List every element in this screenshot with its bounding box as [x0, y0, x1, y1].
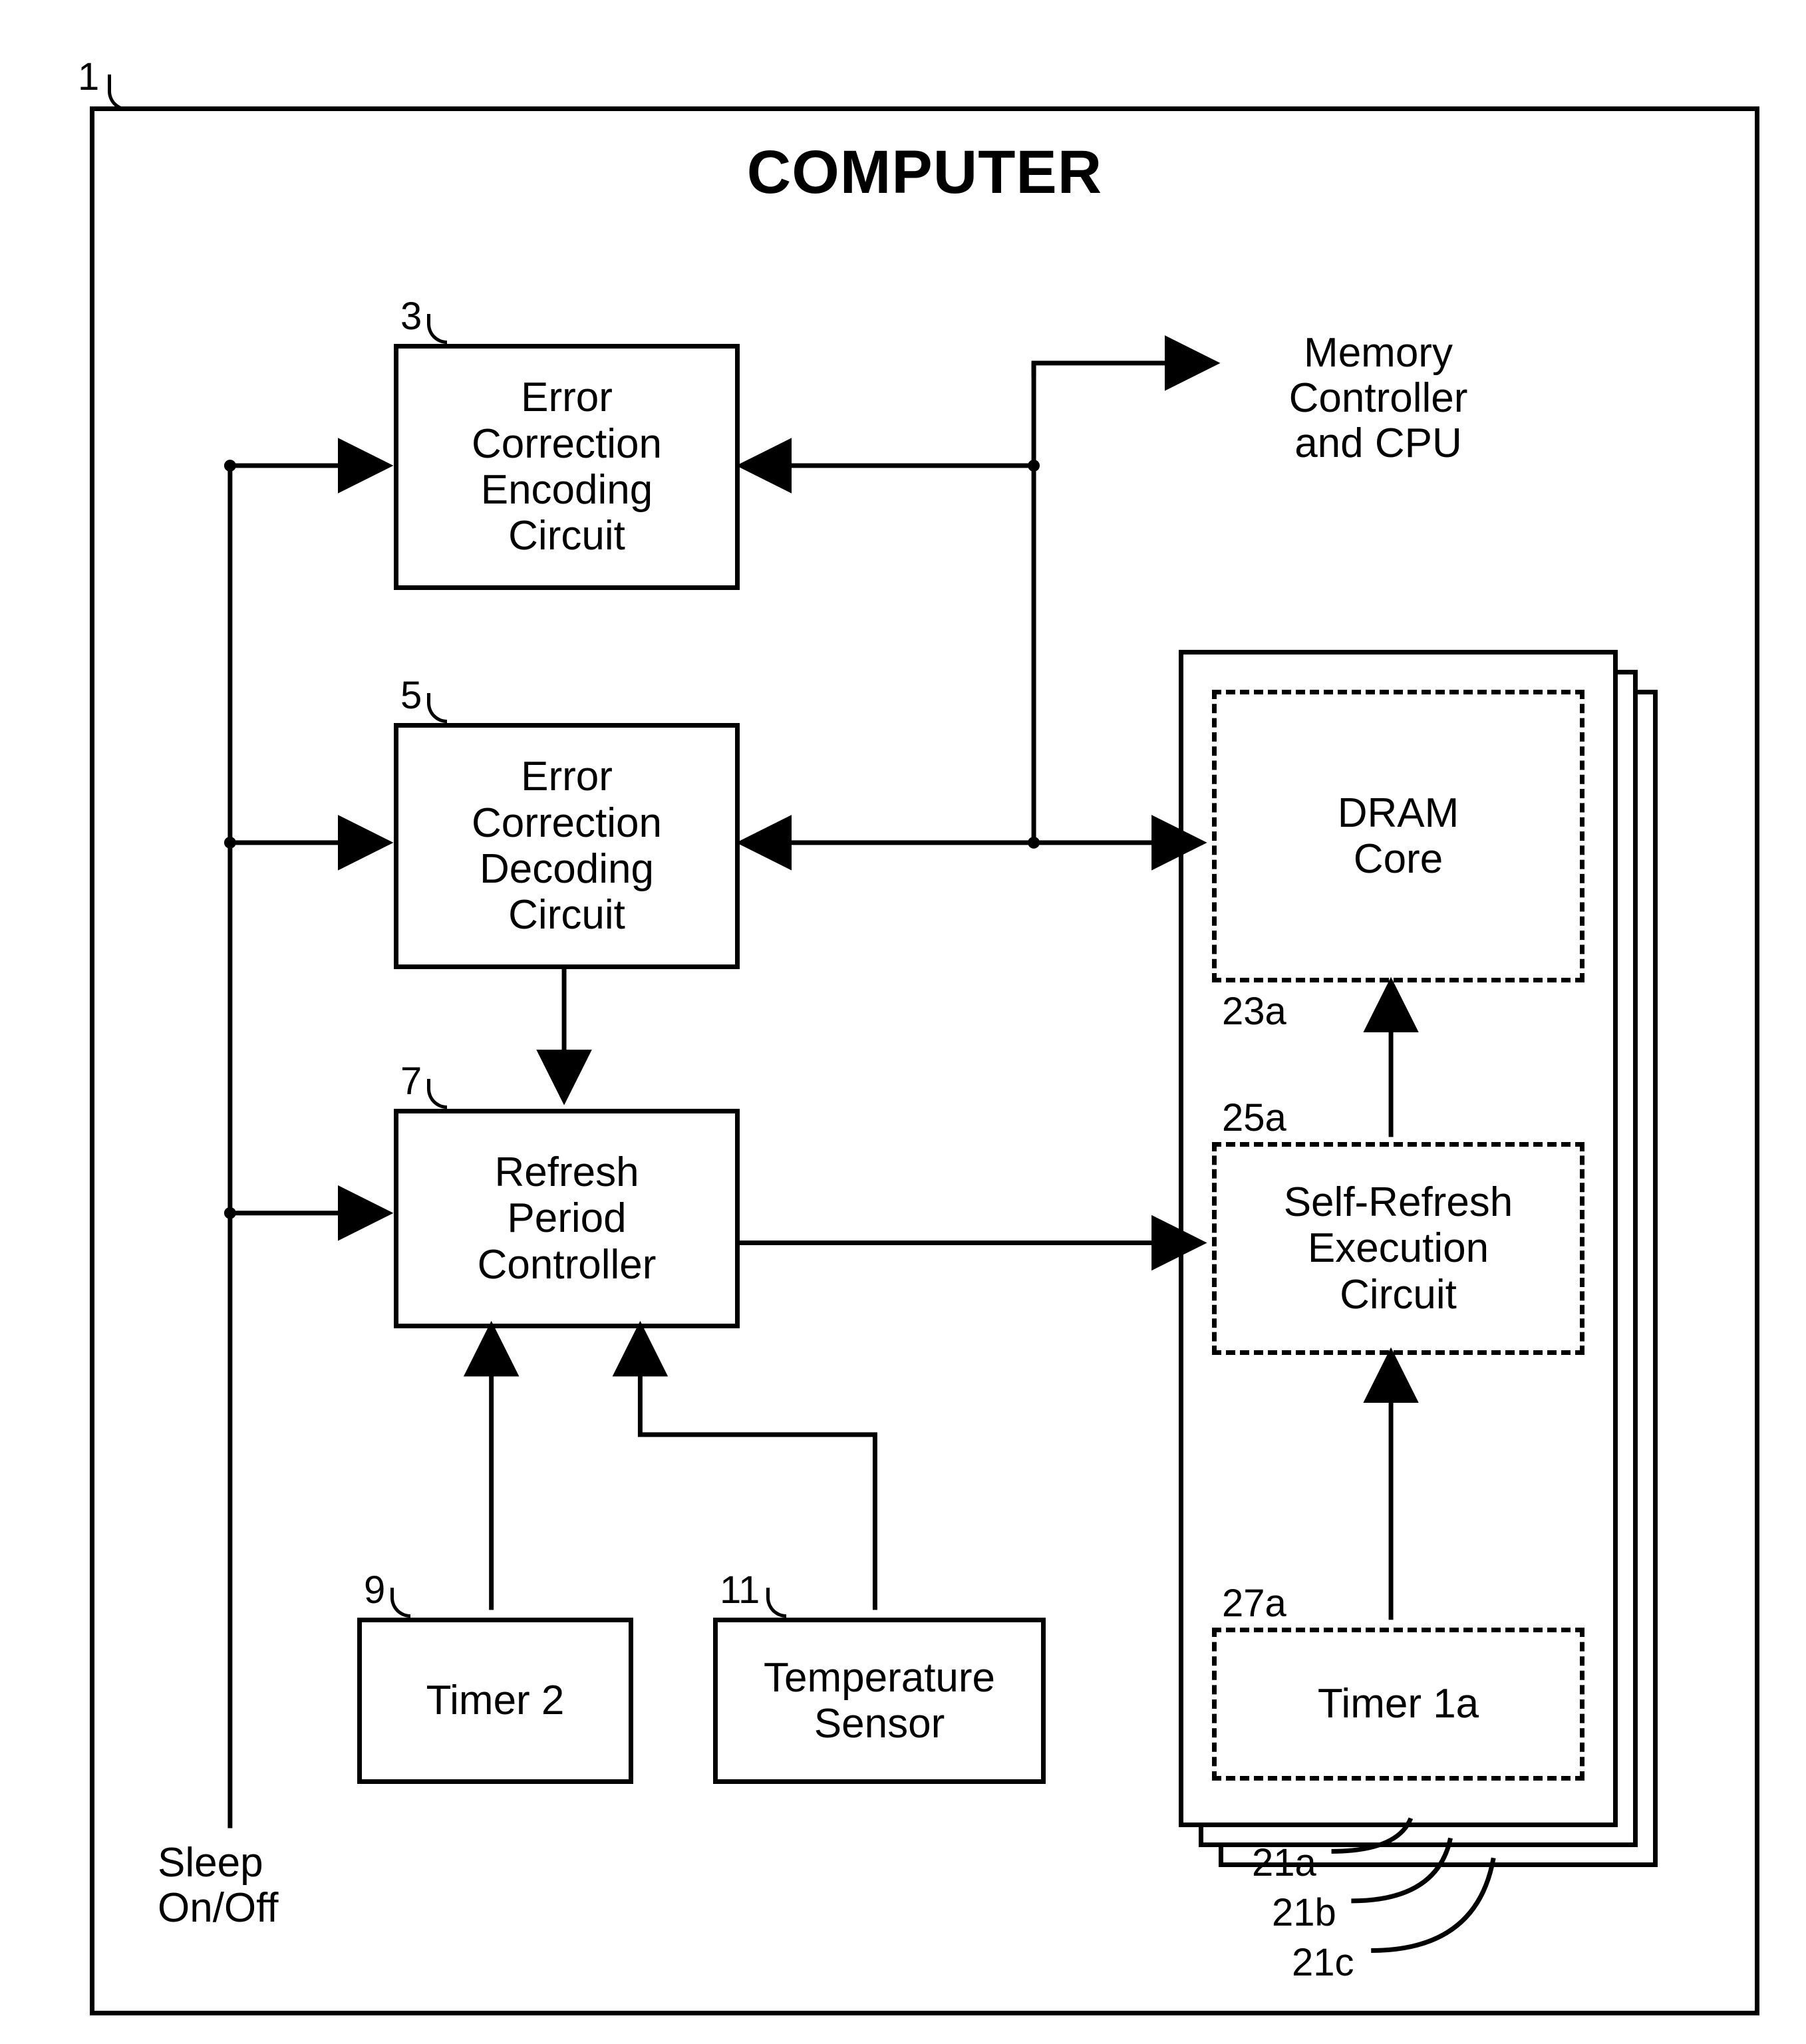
ref-1: 1 [78, 55, 99, 99]
wiring-svg [94, 111, 1755, 2011]
ref-1-tick [108, 74, 128, 111]
computer-outer-frame: COMPUTER 1 DRAM Core 23a Self-Refresh Ex… [90, 106, 1759, 2015]
